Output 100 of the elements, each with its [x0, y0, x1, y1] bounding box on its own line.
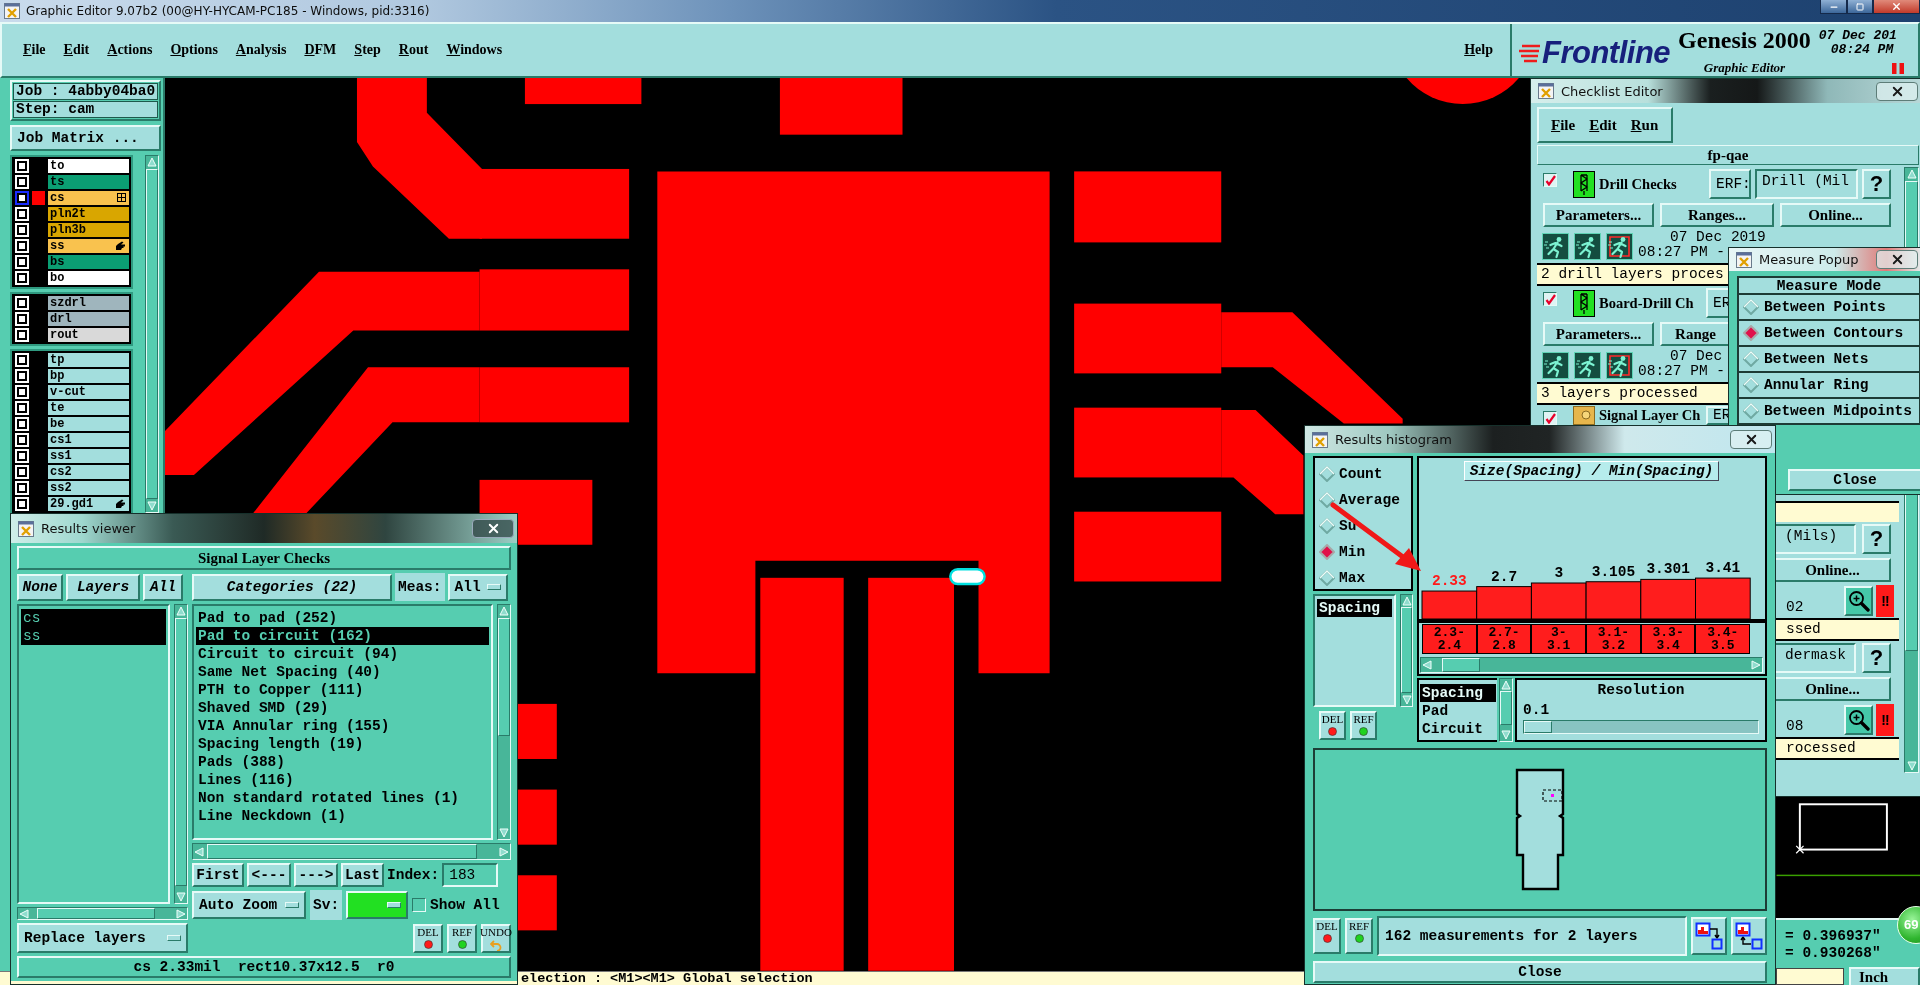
layer-name[interactable]: bo — [48, 271, 129, 285]
check-checkbox[interactable] — [1543, 411, 1557, 425]
type-item[interactable]: Circuit — [1420, 720, 1496, 738]
category-item[interactable]: Line Neckdown (1) — [196, 807, 489, 825]
delete-button[interactable]: DEL — [1313, 918, 1341, 954]
layer-name[interactable]: pln3b — [48, 223, 129, 237]
scrollbar-thumb[interactable] — [1401, 607, 1412, 693]
check-action-button[interactable]: Range — [1660, 322, 1729, 346]
layer-checkbox[interactable] — [17, 467, 27, 477]
runner-icon[interactable] — [1542, 351, 1569, 379]
zoom-button[interactable] — [1844, 586, 1873, 616]
layer-checkbox[interactable] — [17, 451, 27, 461]
close-button[interactable]: Close — [1313, 961, 1767, 983]
resolution-slider[interactable] — [1523, 720, 1759, 734]
close-button[interactable] — [472, 519, 514, 538]
layer-item[interactable]: ss — [21, 627, 166, 645]
layer-filter-button[interactable]: Layers — [66, 573, 140, 601]
layer-checkbox[interactable] — [17, 387, 27, 397]
layer-checkbox[interactable] — [17, 225, 27, 235]
check-action-button[interactable]: Parameters... — [1543, 322, 1654, 346]
function-option[interactable]: Average — [1317, 487, 1401, 513]
erf-field[interactable]: dermask — [1776, 643, 1856, 673]
layer-name[interactable]: cs — [48, 191, 129, 205]
scrollbar-thumb[interactable] — [1442, 658, 1480, 672]
help-button[interactable]: ? — [1862, 524, 1891, 554]
category-item[interactable]: Non standard rotated lines (1) — [196, 789, 489, 807]
mode-option[interactable]: Between Nets — [1737, 347, 1920, 373]
layer-name[interactable]: to — [48, 159, 129, 173]
minimize-button[interactable] — [1820, 0, 1847, 14]
layer-name[interactable]: ss1 — [48, 449, 129, 463]
units-button[interactable]: Inch — [1849, 967, 1920, 985]
erf-button[interactable]: ERF: — [1709, 169, 1751, 199]
radio-diamond-icon[interactable] — [1319, 492, 1335, 508]
show-all-checkbox[interactable] — [412, 898, 427, 912]
layer-name[interactable]: ss2 — [48, 481, 129, 495]
vertical-scrollbar[interactable] — [1499, 678, 1513, 742]
menu-item[interactable]: Step — [353, 42, 382, 58]
delete-button[interactable]: DEL — [1319, 710, 1346, 740]
job-matrix-button[interactable]: Job Matrix ... — [10, 125, 161, 151]
help-menu[interactable]: Help — [1463, 42, 1494, 58]
scrollbar-thumb[interactable] — [37, 908, 155, 919]
layer-checkbox[interactable] — [17, 483, 27, 493]
layer-checkbox[interactable] — [17, 273, 27, 283]
category-item[interactable]: Same Net Spacing (40) — [196, 663, 489, 681]
layer-name[interactable]: ts — [48, 175, 129, 189]
layer-checkbox[interactable] — [17, 241, 27, 251]
layer-name[interactable]: rout — [48, 328, 129, 342]
layer-name[interactable]: bs — [48, 255, 129, 269]
scrollbar-thumb[interactable] — [146, 169, 158, 499]
layer-name[interactable]: cs2 — [48, 465, 129, 479]
vertical-scrollbar[interactable] — [1400, 594, 1413, 707]
menu-item[interactable]: DFM — [303, 42, 338, 58]
layer-name[interactable]: cs1 — [48, 433, 129, 447]
vertical-scrollbar[interactable] — [145, 155, 159, 513]
menu-item[interactable]: Edit — [1589, 116, 1617, 134]
check-action-button[interactable]: Parameters... — [1543, 203, 1654, 227]
check-action-button[interactable]: Ranges... — [1660, 203, 1774, 227]
layer-name[interactable]: pln2t — [48, 207, 129, 221]
refresh-button[interactable]: REF — [447, 923, 477, 953]
category-item[interactable]: Pad to pad (252) — [196, 609, 489, 627]
input-field[interactable] — [1776, 968, 1844, 985]
menu-item[interactable]: Run — [1630, 116, 1659, 134]
radio-diamond-icon[interactable] — [1743, 325, 1759, 341]
scrollbar-thumb[interactable] — [175, 618, 187, 886]
horizontal-scrollbar[interactable] — [1420, 657, 1763, 673]
radio-diamond-icon[interactable] — [1743, 299, 1759, 315]
close-button[interactable] — [1876, 250, 1918, 269]
layer-name[interactable]: bp — [48, 369, 129, 383]
layer-checkbox[interactable] — [17, 435, 27, 445]
category-item[interactable]: Lines (116) — [196, 771, 489, 789]
runner-icon[interactable] — [1542, 232, 1569, 260]
layer-checkbox[interactable] — [17, 355, 27, 365]
layer-name[interactable]: v-cut — [48, 385, 129, 399]
help-button[interactable]: ? — [1862, 169, 1891, 199]
check-checkbox[interactable] — [1543, 292, 1557, 306]
mode-option[interactable]: Between Midpoints — [1737, 399, 1920, 425]
scrollbar-thumb[interactable] — [1500, 691, 1512, 725]
categories-button[interactable]: Categories (22) — [192, 573, 392, 601]
layer-name[interactable]: szdrl — [48, 296, 129, 310]
radio-diamond-icon[interactable] — [1319, 570, 1335, 586]
layer-name[interactable]: ss — [48, 239, 129, 253]
menu-item[interactable]: Options — [169, 42, 219, 58]
check-checkbox[interactable] — [1543, 173, 1557, 187]
layer-name[interactable]: drl — [48, 312, 129, 326]
refresh-button[interactable]: REF — [1350, 710, 1377, 740]
type-item[interactable]: Spacing — [1420, 684, 1496, 702]
category-item[interactable]: Pads (388) — [196, 753, 489, 771]
chart-swap-button[interactable] — [1691, 917, 1727, 955]
layer-checkbox[interactable] — [17, 257, 27, 267]
replace-layers-option[interactable]: Replace layers — [17, 923, 188, 953]
layer-filter-button[interactable]: None — [17, 573, 63, 601]
navigation-button[interactable]: ---> — [294, 863, 338, 887]
erf-field[interactable]: (Mils) — [1776, 524, 1856, 554]
attribute-item[interactable]: Spacing — [1317, 599, 1392, 617]
layer-name[interactable]: 29.gd1 — [48, 497, 129, 511]
menu-item[interactable]: Windows — [445, 42, 504, 58]
meas-option[interactable]: All — [447, 573, 508, 601]
refresh-button[interactable]: REF — [1345, 918, 1373, 954]
navigation-button[interactable]: Last — [341, 863, 384, 887]
close-button[interactable]: Close — [1788, 469, 1920, 491]
